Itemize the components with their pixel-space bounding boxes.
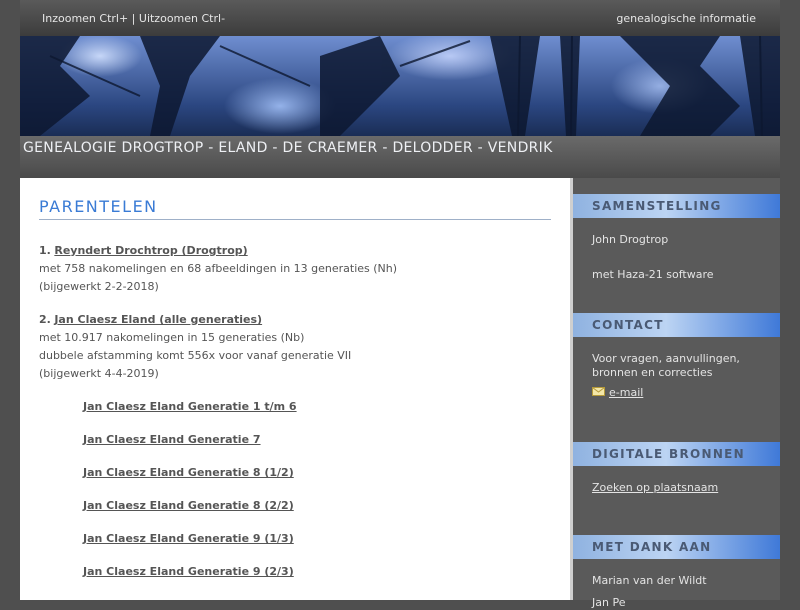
entry-text: (bijgewerkt 4-4-2019)	[39, 367, 159, 380]
top-bar: Inzoomen Ctrl+ | Uitzoomen Ctrl- genealo…	[20, 0, 780, 36]
parentele-link[interactable]: Reyndert Drochtrop (Drogtrop)	[54, 244, 247, 257]
generation-link[interactable]: Jan Claesz Eland Generatie 8 (2/2)	[83, 499, 294, 512]
entry-number: 2.	[39, 313, 51, 326]
zoom-hint: Inzoomen Ctrl+ | Uitzoomen Ctrl-	[42, 12, 226, 25]
entry-number: 1.	[39, 244, 51, 257]
sidebar-heading-bronnen: DIGITALE BRONNEN	[573, 442, 780, 466]
site-title-bar: GENEALOGIE DROGTROP - ELAND - DE CRAEMER…	[20, 136, 780, 178]
tree-silhouette-image	[20, 36, 780, 136]
generation-link[interactable]: Jan Claesz Eland Generatie 7	[83, 433, 261, 446]
envelope-icon	[592, 386, 605, 400]
main-content: PARENTELEN 1. Reyndert Drochtrop (Drogtr…	[20, 178, 570, 600]
generation-link[interactable]: Jan Claesz Eland Generatie 9 (2/3)	[83, 565, 294, 578]
site-title: GENEALOGIE DROGTROP - ELAND - DE CRAEMER…	[23, 140, 553, 156]
generation-link[interactable]: Jan Claesz Eland Generatie 8 (1/2)	[83, 466, 294, 479]
email-row: e-mail	[592, 386, 762, 400]
email-link[interactable]: e-mail	[609, 386, 643, 399]
thanks-name: Marian van der Wildt	[592, 574, 707, 587]
genealogy-info-link[interactable]: genealogische informatie	[616, 12, 756, 25]
parentele-link[interactable]: Jan Claesz Eland (alle generaties)	[54, 313, 262, 326]
list-item: 1. Reyndert Drochtrop (Drogtrop) met 758…	[39, 242, 397, 296]
generation-link[interactable]: Jan Claesz Eland Generatie 1 t/m 6	[83, 400, 297, 413]
page-title: PARENTELEN	[39, 197, 551, 220]
list-item: 2. Jan Claesz Eland (alle generaties) me…	[39, 311, 351, 383]
entry-text: dubbele afstamming komt 556x voor vanaf …	[39, 349, 352, 362]
sidebar-heading-samenstelling: SAMENSTELLING	[573, 194, 780, 218]
search-place-link[interactable]: Zoeken op plaatsnaam	[592, 481, 718, 494]
header-banner	[20, 36, 780, 136]
software-note: met Haza-21 software	[592, 268, 714, 281]
contact-text: Voor vragen, aanvullingen, bronnen en co…	[592, 352, 740, 379]
entry-text: met 10.917 nakomelingen in 15 generaties…	[39, 331, 305, 344]
thanks-name: Jan Pe	[592, 596, 626, 609]
entry-text: (bijgewerkt 2-2-2018)	[39, 280, 159, 293]
generation-link[interactable]: Jan Claesz Eland Generatie 9 (1/3)	[83, 532, 294, 545]
author-name: John Drogtrop	[592, 233, 669, 246]
sidebar-heading-contact: CONTACT	[573, 313, 780, 337]
entry-text: met 758 nakomelingen en 68 afbeeldingen …	[39, 262, 398, 275]
sidebar-heading-dank: MET DANK AAN	[573, 535, 780, 559]
sources-row: Zoeken op plaatsnaam	[592, 481, 762, 495]
sidebar: SAMENSTELLING John Drogtrop met Haza-21 …	[573, 178, 780, 609]
